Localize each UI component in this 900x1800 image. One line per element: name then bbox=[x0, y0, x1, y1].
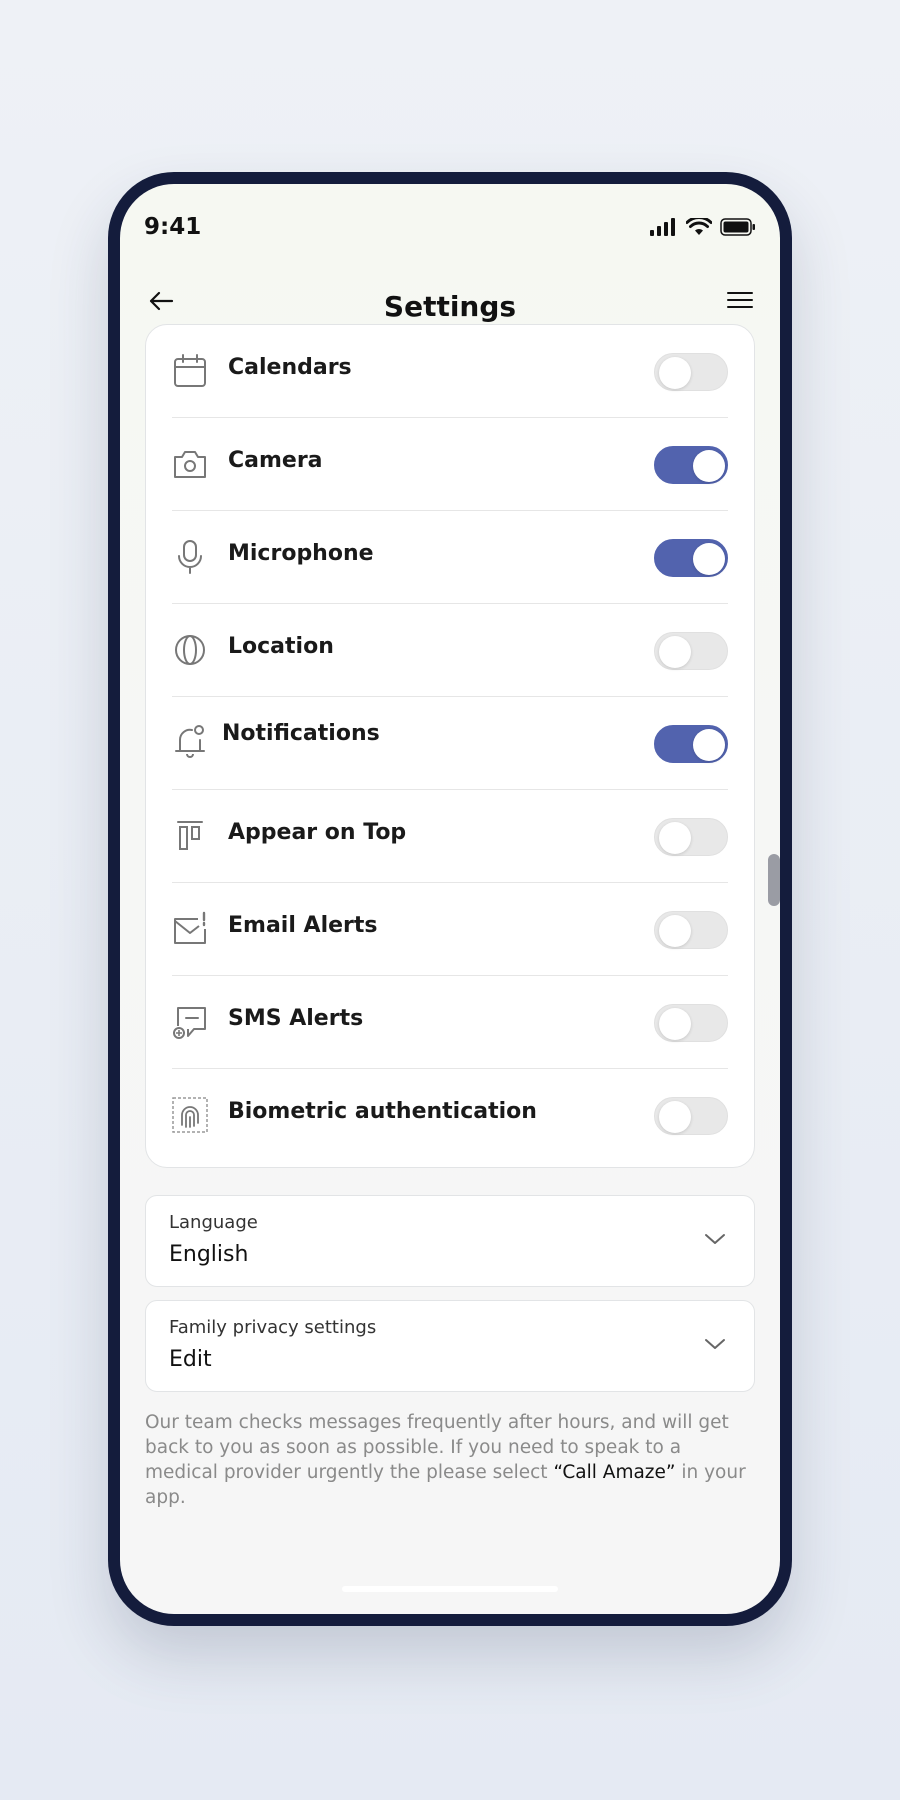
language-label: Language bbox=[169, 1212, 258, 1233]
permission-label: Camera bbox=[228, 448, 323, 473]
toggle-knob bbox=[659, 915, 691, 947]
permission-row-sms-alerts: SMS Alerts bbox=[172, 976, 728, 1069]
toggle-knob bbox=[659, 357, 691, 389]
globe-icon bbox=[175, 635, 205, 665]
toggle-knob bbox=[659, 1101, 691, 1133]
family-privacy-value: Edit bbox=[169, 1347, 212, 1372]
language-dropdown[interactable]: Language English bbox=[145, 1195, 755, 1287]
toggle-knob bbox=[659, 1008, 691, 1040]
home-indicator[interactable] bbox=[342, 1586, 558, 1592]
email-alerts-toggle[interactable] bbox=[654, 911, 728, 949]
toggle-knob bbox=[659, 636, 691, 668]
permission-label: Biometric authentication bbox=[228, 1099, 537, 1124]
language-value: English bbox=[169, 1242, 249, 1267]
status-time: 9:41 bbox=[144, 214, 202, 240]
family-privacy-label: Family privacy settings bbox=[169, 1317, 377, 1338]
status-bar: 9:41 bbox=[120, 184, 780, 244]
fingerprint-icon bbox=[172, 1097, 208, 1133]
toggle-knob bbox=[693, 543, 725, 575]
permission-row-location: Location bbox=[172, 604, 728, 697]
signal-icon bbox=[650, 218, 675, 236]
phone-frame: 9:41 Settings Calendars Camera Microphon… bbox=[108, 172, 792, 1626]
toggle-knob bbox=[693, 450, 725, 482]
permission-label: Appear on Top bbox=[228, 820, 407, 845]
page-title: Settings bbox=[383, 290, 517, 323]
sms-alerts-toggle[interactable] bbox=[654, 1004, 728, 1042]
notifications-toggle[interactable] bbox=[654, 725, 728, 763]
permission-row-calendars: Calendars bbox=[172, 325, 728, 418]
toggle-knob bbox=[693, 729, 725, 761]
call-amaze-highlight: “Call Amaze” bbox=[553, 1462, 676, 1483]
permission-row-appear-on-top: Appear on Top bbox=[172, 790, 728, 883]
permission-label: Microphone bbox=[228, 541, 374, 566]
appear-on-top-toggle[interactable] bbox=[654, 818, 728, 856]
location-toggle[interactable] bbox=[654, 632, 728, 670]
bell-icon bbox=[175, 725, 205, 758]
chevron-down-icon bbox=[705, 1234, 725, 1244]
permission-row-notifications: Notifications bbox=[172, 697, 728, 790]
permission-label: SMS Alerts bbox=[228, 1006, 364, 1031]
biometric-toggle[interactable] bbox=[654, 1097, 728, 1135]
permission-row-email-alerts: Email Alerts bbox=[172, 883, 728, 976]
email-icon bbox=[174, 911, 206, 944]
footer-note: Our team checks messages frequently afte… bbox=[145, 1410, 757, 1510]
permission-label: Location bbox=[228, 634, 334, 659]
status-icons bbox=[650, 218, 756, 236]
permission-label: Notifications bbox=[222, 721, 380, 746]
permission-row-biometric: Biometric authentication bbox=[172, 1069, 728, 1162]
calendars-toggle[interactable] bbox=[654, 353, 728, 391]
permission-label: Calendars bbox=[228, 355, 352, 380]
microphone-icon bbox=[178, 540, 202, 574]
calendar-icon bbox=[174, 354, 206, 387]
hamburger-menu-icon[interactable] bbox=[726, 288, 754, 312]
permission-row-microphone: Microphone bbox=[172, 511, 728, 604]
camera-icon bbox=[174, 451, 206, 478]
phone-screen: 9:41 Settings Calendars Camera Microphon… bbox=[120, 184, 780, 1614]
permission-row-camera: Camera bbox=[172, 418, 728, 511]
family-privacy-dropdown[interactable]: Family privacy settings Edit bbox=[145, 1300, 755, 1392]
microphone-toggle[interactable] bbox=[654, 539, 728, 577]
permissions-card: Calendars Camera Microphone Location Not… bbox=[145, 324, 755, 1168]
layers-icon bbox=[177, 821, 203, 850]
battery-icon bbox=[720, 218, 755, 236]
camera-toggle[interactable] bbox=[654, 446, 728, 484]
permission-label: Email Alerts bbox=[228, 913, 378, 938]
sms-icon bbox=[173, 1007, 206, 1039]
toggle-knob bbox=[659, 822, 691, 854]
wifi-icon bbox=[686, 218, 712, 235]
scrollbar-thumb[interactable] bbox=[768, 854, 780, 906]
chevron-down-icon bbox=[705, 1339, 725, 1349]
